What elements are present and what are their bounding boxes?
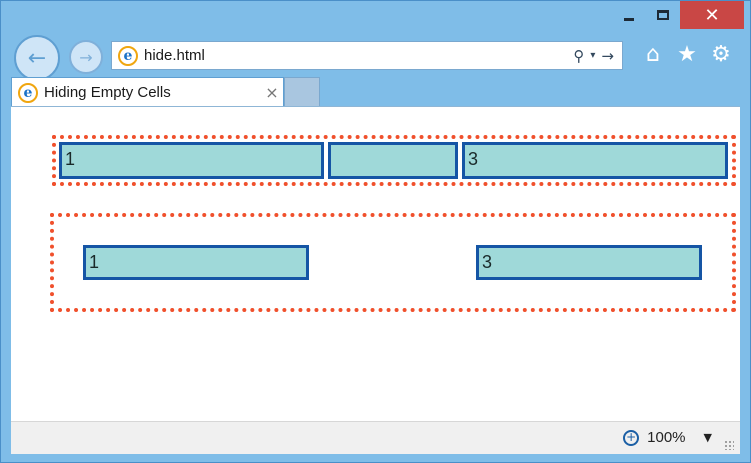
table-cell: 3	[476, 245, 702, 280]
zoom-level: 100%	[647, 429, 686, 446]
zoom-dropdown-icon[interactable]: ▼	[704, 431, 712, 444]
maximize-icon	[657, 10, 669, 20]
zoom-control[interactable]: + 100% ▼	[623, 429, 712, 446]
address-bar[interactable]: e hide.html ⚲ ▾ →	[111, 41, 623, 70]
ie-page-icon: e	[118, 45, 138, 66]
new-tab-button[interactable]	[284, 77, 320, 107]
resize-grip-icon[interactable]	[724, 440, 734, 450]
table-hide-empty-cells: 1 3	[50, 213, 736, 312]
status-bar: + 100% ▼	[11, 421, 740, 454]
page-content: 1 3 1 3	[11, 106, 740, 422]
browser-window: ✕ ← → e hide.html ⚲ ▾ → ⌂ ★ ⚙ e Hiding E…	[0, 0, 751, 463]
back-button[interactable]: ←	[14, 35, 60, 81]
search-dropdown-icon[interactable]: ▾	[590, 50, 595, 61]
close-icon: ✕	[704, 4, 720, 26]
back-arrow-icon: ←	[27, 45, 47, 71]
url-input[interactable]: hide.html	[144, 47, 573, 64]
tab-strip: e Hiding Empty Cells ×	[11, 77, 320, 107]
table-cell: 1	[83, 245, 309, 280]
maximize-button[interactable]	[646, 1, 680, 29]
table-cell: 1	[59, 142, 324, 179]
ie-page-icon-letter: e	[123, 47, 133, 64]
tab-label: Hiding Empty Cells	[44, 84, 171, 101]
tab-hiding-empty-cells[interactable]: e Hiding Empty Cells ×	[11, 77, 284, 107]
table-cell: 3	[462, 142, 728, 179]
forward-arrow-icon: →	[79, 47, 93, 67]
minimize-icon	[624, 17, 634, 21]
zoom-magnifier-icon: +	[623, 429, 640, 446]
go-arrow-icon[interactable]: →	[601, 47, 614, 65]
window-controls: ✕	[612, 1, 744, 29]
settings-gear-icon[interactable]: ⚙	[709, 41, 733, 67]
ie-tab-icon: e	[18, 82, 38, 103]
address-tools: ⚲ ▾ →	[573, 47, 614, 65]
table-cell-empty	[328, 142, 458, 179]
favorites-star-icon[interactable]: ★	[675, 41, 699, 67]
search-icon[interactable]: ⚲	[573, 47, 584, 65]
tab-close-icon[interactable]: ×	[261, 83, 283, 102]
ie-tab-icon-letter: e	[23, 84, 33, 101]
home-icon[interactable]: ⌂	[641, 41, 665, 67]
minimize-button[interactable]	[612, 1, 646, 29]
close-window-button[interactable]: ✕	[680, 1, 744, 29]
browser-toolbar-icons: ⌂ ★ ⚙	[641, 41, 733, 67]
table-show-empty-cells: 1 3	[52, 135, 736, 186]
forward-button[interactable]: →	[69, 40, 103, 74]
